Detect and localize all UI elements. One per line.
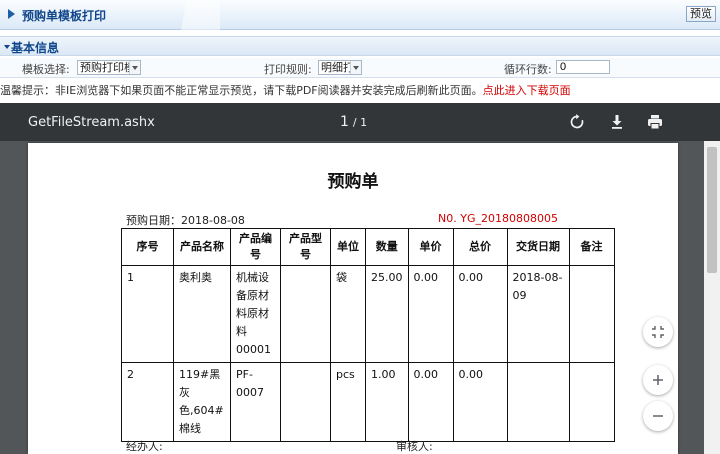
order-date: 预购日期：2018-08-08: [126, 214, 245, 227]
download-page-link[interactable]: 点此进入下载页面: [483, 84, 571, 97]
table-cell: [568, 362, 615, 442]
table-cell: [568, 265, 615, 363]
form-row: 模板选择: 预购打印模 打印规则: 明细打 循环行数:: [0, 58, 720, 78]
preview-button[interactable]: 预览: [686, 6, 716, 22]
notice-message: 温馨提示：非IE浏览器下如果页面不能正常显示预览，请下载PDF阅读器并安装完成后…: [0, 84, 483, 97]
template-select[interactable]: 预购打印模: [77, 60, 141, 75]
table-cell: 袋: [330, 265, 366, 363]
order-table: 序号 产品名称 产品编号 产品型号 单位 数量 单价 总价 交货日期 备注 1 …: [121, 228, 615, 442]
column-header: 交货日期: [506, 228, 570, 266]
column-header: 数量: [365, 228, 409, 266]
table-cell: 1: [121, 265, 174, 363]
basic-info-section-header[interactable]: 基本信息: [0, 36, 720, 56]
table-cell: 2: [121, 362, 174, 442]
table-cell: 奥利奥: [173, 265, 231, 363]
fit-page-icon: [652, 326, 664, 338]
table-cell: [506, 362, 570, 442]
caret-down-icon: [4, 45, 10, 49]
column-header: 产品名称: [173, 228, 231, 266]
column-header: 备注: [568, 228, 615, 266]
download-icon[interactable]: [608, 113, 626, 131]
column-header: 序号: [121, 228, 174, 266]
table-cell: pcs: [330, 362, 366, 442]
zoom-out-icon: [653, 415, 663, 417]
zoom-in-button[interactable]: [643, 365, 673, 395]
zoom-in-icon: [653, 375, 663, 385]
table-cell: 0.00: [407, 362, 454, 442]
column-header: 单价: [407, 228, 454, 266]
template-select-value: 预购打印模: [80, 61, 135, 74]
current-page[interactable]: 1: [340, 114, 349, 130]
table-cell: 机械设备原材料原材料00001: [230, 265, 281, 363]
scrollbar-thumb[interactable]: [707, 147, 717, 273]
table-cell: 0.00: [407, 265, 454, 363]
table-cell: 25.00: [365, 265, 409, 363]
pdf-viewer: GetFileStream.ashx 1/ 1 预购单 预购日期：2018-08…: [0, 103, 720, 454]
section-label: 基本信息: [11, 41, 60, 55]
table-header-row: 序号 产品名称 产品编号 产品型号 单位 数量 单价 总价 交货日期 备注: [121, 228, 615, 266]
notice-text: 温馨提示：非IE浏览器下如果页面不能正常显示预览，请下载PDF阅读器并安装完成后…: [0, 82, 571, 98]
column-header: 单位: [330, 228, 366, 266]
table-cell: [280, 265, 331, 363]
column-header: 总价: [452, 228, 508, 266]
vertical-scrollbar[interactable]: [704, 141, 720, 454]
page-indicator: 1/ 1: [340, 114, 367, 130]
table-row: 1 奥利奥 机械设备原材料原材料00001 袋 25.00 0.00 0.00 …: [121, 265, 615, 363]
print-rule-select[interactable]: 明细打: [318, 60, 362, 75]
table-cell: PF-0007: [230, 362, 281, 442]
print-icon[interactable]: [646, 113, 664, 131]
chevron-down-icon: [350, 61, 361, 74]
pdf-page: 预购单 预购日期：2018-08-08 N0. YG_20180808005 序…: [28, 143, 678, 454]
reviewer-label: 审核人:: [396, 440, 433, 453]
table-cell: 2018-08-09: [506, 265, 570, 363]
document-title: 预购单: [327, 172, 379, 192]
title-bar: 预购单模板打印 预览: [0, 0, 720, 30]
table-cell: 0.00: [452, 265, 508, 363]
table-cell: 119#黑灰色,604#棉线: [173, 362, 231, 442]
table-row: 2 119#黑灰色,604#棉线 PF-0007 pcs 1.00 0.00 0…: [121, 362, 615, 442]
arrow-right-icon: [8, 9, 15, 19]
file-name: GetFileStream.ashx: [28, 115, 155, 130]
loop-rows-label: 循环行数:: [504, 63, 552, 76]
table-cell: [280, 362, 331, 442]
order-number: N0. YG_20180808005: [438, 212, 558, 225]
template-label: 模板选择:: [22, 63, 70, 76]
fit-page-button[interactable]: [643, 317, 673, 347]
pdf-toolbar: GetFileStream.ashx 1/ 1: [0, 103, 720, 141]
tab-decoration: [160, 0, 220, 30]
page-title: 预购单模板打印: [22, 9, 107, 23]
column-header: 产品编号: [230, 228, 281, 266]
zoom-out-button[interactable]: [643, 401, 673, 431]
table-cell: 0.00: [452, 362, 508, 442]
print-rule-label: 打印规则:: [264, 63, 312, 76]
chevron-down-icon: [129, 61, 140, 74]
table-cell: 1.00: [365, 362, 409, 442]
rotate-icon[interactable]: [568, 113, 586, 131]
handler-label: 经办人:: [126, 440, 163, 453]
column-header: 产品型号: [280, 228, 331, 266]
loop-rows-input[interactable]: [556, 60, 610, 74]
total-pages: / 1: [352, 116, 368, 129]
